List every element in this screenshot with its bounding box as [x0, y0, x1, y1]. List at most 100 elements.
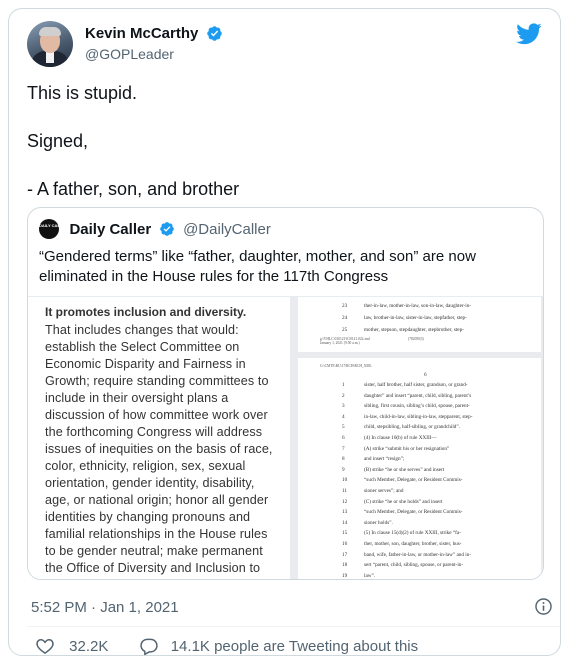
bill-line-text: sister, half brother, half sister, grand…: [364, 382, 468, 388]
bill-line-number: 5: [342, 424, 345, 431]
info-icon[interactable]: [534, 597, 553, 616]
tweet-line: - A father, son, and brother: [27, 179, 240, 199]
bill-line-number: 19: [342, 572, 348, 579]
author-handle[interactable]: @GOPLeader: [85, 46, 223, 62]
bill-page-header: G:\CMTE\RU\17\RCH\RCH_XML: [320, 364, 372, 368]
excerpt-line: to be gender neutral; make permanent: [45, 544, 263, 558]
bill-line-number: 1: [342, 382, 345, 388]
tweet-line: This is stupid.: [27, 83, 138, 103]
bill-line-number: 3: [342, 403, 345, 410]
rules-summary-excerpt: It promotes inclusion and diversity. Tha…: [45, 305, 285, 579]
bill-line-number: 7: [342, 445, 345, 452]
bill-line-number: 18: [342, 562, 348, 569]
excerpt-line: familial relationships in the House rule…: [45, 527, 268, 541]
bill-line-number: 14: [342, 519, 348, 526]
tweet-line: Signed,: [27, 131, 89, 151]
bill-line-text: sert “parent, child, sibling, spouse, or…: [364, 562, 464, 569]
excerpt-body: That includes changes that would: establi…: [45, 322, 285, 579]
verified-badge-icon: [207, 26, 222, 42]
bill-line-text: child, stepsibling, half-sibling, or gra…: [364, 424, 460, 431]
excerpt-line: discussion of how committee work over: [45, 408, 268, 422]
heart-icon: [36, 638, 54, 654]
bill-line-text: (5) In clause 15(d)(2) of rule XXIII, st…: [364, 530, 461, 537]
bill-file-id: (782050|3): [408, 337, 424, 341]
excerpt-line: Growth; require standing committees to: [45, 374, 269, 388]
conversation-button[interactable]: 14.1K people are Tweeting about this: [139, 636, 419, 656]
quoted-tweet[interactable]: DAILY CALLER Daily Caller @DailyCaller “…: [27, 207, 544, 580]
quoted-tweet-text: “Gendered terms” like “father, daughter,…: [39, 248, 476, 285]
bill-text-scan: 23 ther-in-law, mother-in-law, son-in-law…: [290, 297, 543, 579]
verified-badge-icon: [159, 222, 174, 236]
excerpt-line: the forthcoming Congress will address: [45, 425, 263, 439]
author-display-name[interactable]: Kevin McCarthy: [85, 25, 198, 42]
bill-line-text: mother, stepson, stepdaughter, stepbroth…: [364, 327, 464, 333]
excerpt-line: That includes changes that would:: [45, 323, 239, 337]
bill-line-text: “such Member, Delegate, or Resident Comm…: [364, 477, 463, 484]
bill-line-number: 10: [342, 477, 348, 484]
bill-line-text: law”.: [364, 572, 376, 579]
bill-line-text: sibling, first cousin, sibling’s child, …: [364, 403, 470, 410]
bill-line-number: 11: [342, 488, 347, 494]
excerpt-heading: It promotes inclusion and diversity.: [45, 305, 247, 319]
bill-line-number: 23: [342, 303, 348, 309]
bill-line-text: sioner serves”; and: [364, 488, 404, 494]
bill-line-text: (B) strike “he or she serves” and insert: [364, 466, 445, 473]
tweet-card: Kevin McCarthy @GOPLeader This is stupid…: [8, 8, 561, 656]
bill-line-text: band, wife, father-in-law, or mother-in-…: [364, 551, 472, 558]
bill-line-text: “such Member, Delegate, or Resident Comm…: [364, 509, 463, 516]
author-names: Kevin McCarthy @GOPLeader: [85, 25, 223, 62]
bill-line-text: (C) strike “he or she holds” and insert: [364, 498, 443, 505]
like-button[interactable]: 32.2K: [35, 636, 108, 656]
bill-line-number: 13: [342, 509, 348, 516]
excerpt-line: orientation, gender identity, disability…: [45, 476, 255, 490]
excerpt-line: Economic Disparity and Fairness in: [45, 357, 246, 371]
tweet-timestamp[interactable]: 5:52 PM · Jan 1, 2021: [31, 599, 179, 616]
conversation-text: 14.1K people are Tweeting about this: [170, 637, 419, 655]
bill-line-number: 24: [342, 315, 348, 321]
bill-line-number: 6: [342, 435, 345, 441]
bill-line-number: 12: [342, 498, 348, 505]
excerpt-line: facilitate a diverse workforce that is: [45, 577, 285, 579]
bill-line-number: 4: [342, 413, 345, 420]
bill-line-text: ther, mother, son, daughter, brother, si…: [364, 541, 462, 547]
bill-line-text: sioner holds”.: [364, 519, 393, 526]
excerpt-line: age, or national origin; honor all gende…: [45, 493, 269, 507]
bill-line-text: in-law, child-in-law, sibling-in-law, st…: [364, 413, 473, 420]
like-count: 32.2K: [69, 637, 109, 655]
bill-line-text: and insert “resign”;: [364, 456, 405, 463]
quoted-tweet-image[interactable]: It promotes inclusion and diversity. Tha…: [28, 296, 543, 579]
excerpt-line: color, ethnicity, religion, sex, sexual: [45, 459, 246, 473]
tweet-header: Kevin McCarthy @GOPLeader: [27, 21, 542, 67]
tweet-actions: 32.2K 14.1K people are Tweeting about th…: [35, 636, 418, 658]
quoted-author-avatar[interactable]: DAILY CALLER: [39, 219, 68, 239]
excerpt-line: issues of inequities on the basis of rac…: [45, 442, 273, 456]
bill-line-number: 9: [342, 466, 345, 473]
excerpt-line: the Office of Diversity and Inclusion to: [45, 561, 261, 575]
bill-line-text: (A) strike “submit his or her resignatio…: [364, 445, 450, 452]
bill-line-number: 16: [342, 541, 348, 547]
tweet-body: This is stupid. Signed, - A father, son,…: [27, 81, 542, 201]
bill-line-number: 8: [342, 456, 345, 463]
quoted-tweet-header: DAILY CALLER Daily Caller @DailyCaller: [39, 219, 271, 241]
author-avatar[interactable]: [27, 21, 73, 67]
bill-line-number: 25: [342, 327, 348, 333]
excerpt-line: identities by changing pronouns and: [45, 510, 251, 524]
avatar-hair-shape: [39, 27, 61, 36]
bill-line-number: 15: [342, 530, 348, 537]
bill-line-text: law, brother-in-law, sister-in-law, step…: [364, 315, 467, 321]
twitter-bird-icon[interactable]: [516, 23, 542, 45]
divider: [27, 626, 560, 627]
quoted-author-handle[interactable]: @DailyCaller: [183, 221, 271, 238]
bill-line-number: 2: [342, 392, 345, 399]
bill-line-text: daughter” and insert “parent, child, sib…: [364, 392, 472, 399]
bill-file-meta: g:\VHLC\010121\010121.022.xml January 1,…: [320, 337, 370, 345]
bill-line-text: ther-in-law, mother-in-law, son-in-law, …: [364, 303, 471, 309]
quoted-author-name[interactable]: Daily Caller: [69, 221, 151, 238]
excerpt-line: include in their oversight plans a: [45, 391, 229, 405]
bill-page-bottom: G:\CMTE\RU\17\RCH\RCH_XML 6 1 sister, half …: [298, 358, 541, 579]
bill-page-number: 6: [424, 372, 427, 378]
speech-bubble-icon: [139, 638, 158, 656]
excerpt-line: establish the Select Committee on: [45, 340, 240, 354]
bill-line-number: 17: [342, 551, 348, 558]
bill-line-text: (4) In clause 10(b) of rule XXIII—: [364, 435, 437, 441]
